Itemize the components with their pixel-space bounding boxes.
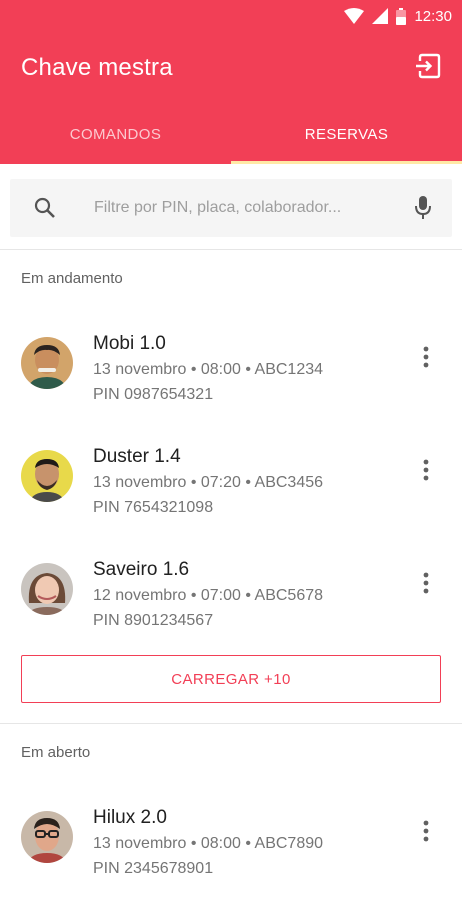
more-vert-icon — [423, 572, 429, 599]
search-container — [0, 164, 462, 250]
search-bar — [10, 179, 452, 237]
tab-comandos[interactable]: COMANDOS — [0, 104, 231, 164]
avatar — [21, 563, 73, 615]
item-title: Saveiro 1.6 — [93, 559, 190, 580]
item-text: Duster 1.4 13 novembro • 07:20 • ABC3456… — [93, 444, 323, 520]
app-screen: 12:30 Chave mestra COMANDOS RESERVAS Fil… — [0, 0, 462, 900]
logout-icon — [415, 53, 441, 84]
avatar — [21, 450, 73, 502]
avatar — [21, 811, 73, 863]
status-time: 12:30 — [414, 7, 452, 25]
item-title: Duster 1.4 — [93, 446, 181, 467]
item-text: Saveiro 1.6 12 novembro • 07:00 • ABC567… — [93, 557, 323, 633]
battery-icon — [396, 7, 407, 25]
item-text: Hilux 2.0 13 novembro • 08:00 • ABC7890 … — [93, 805, 323, 881]
list-item[interactable]: Mobi 1.0 13 novembro • 08:00 • ABC1234 P… — [0, 310, 462, 423]
status-bar: 12:30 — [0, 0, 462, 32]
item-pin: PIN 0987654321 — [93, 386, 214, 403]
more-vert-icon — [423, 820, 429, 847]
tab-reservas[interactable]: RESERVAS — [231, 104, 462, 164]
wifi-icon — [344, 8, 365, 24]
mic-icon[interactable] — [410, 195, 436, 221]
more-options-button[interactable] — [416, 346, 436, 372]
item-pin: PIN 2345678901 — [93, 860, 214, 877]
more-options-button[interactable] — [416, 459, 436, 485]
page-title: Chave mestra — [21, 54, 173, 81]
load-more-container: CARREGAR +10 — [0, 649, 462, 724]
logout-button[interactable] — [414, 53, 442, 84]
more-vert-icon — [423, 346, 429, 373]
item-title: Mobi 1.0 — [93, 333, 166, 354]
item-text: Mobi 1.0 13 novembro • 08:00 • ABC1234 P… — [93, 331, 323, 407]
item-subtitle: 12 novembro • 07:00 • ABC5678 — [93, 587, 324, 604]
more-options-button[interactable] — [416, 572, 436, 598]
list-item[interactable]: Saveiro 1.6 12 novembro • 07:00 • ABC567… — [0, 536, 462, 649]
toolbar: Chave mestra — [0, 32, 462, 104]
item-subtitle: 13 novembro • 07:20 • ABC3456 — [93, 474, 324, 491]
item-title: Hilux 2.0 — [93, 807, 167, 828]
section-header-in-progress: Em andamento — [21, 270, 123, 287]
signal-icon — [372, 8, 389, 24]
item-pin: PIN 7654321098 — [93, 499, 214, 516]
tab-bar: COMANDOS RESERVAS — [0, 104, 462, 164]
item-subtitle: 13 novembro • 08:00 • ABC1234 — [93, 361, 324, 378]
search-input[interactable] — [92, 198, 410, 218]
item-subtitle: 13 novembro • 08:00 • ABC7890 — [93, 835, 324, 852]
section-header-open: Em aberto — [21, 744, 91, 761]
search-icon[interactable] — [32, 195, 58, 221]
item-pin: PIN 8901234567 — [93, 612, 214, 629]
list-item[interactable]: Duster 1.4 13 novembro • 07:20 • ABC3456… — [0, 423, 462, 536]
app-bar: 12:30 Chave mestra COMANDOS RESERVAS — [0, 0, 462, 164]
avatar — [21, 337, 73, 389]
more-vert-icon — [423, 459, 429, 486]
more-options-button[interactable] — [416, 820, 436, 846]
list-item[interactable]: Hilux 2.0 13 novembro • 08:00 • ABC7890 … — [0, 784, 462, 897]
tab-indicator — [231, 161, 462, 164]
load-more-button[interactable]: CARREGAR +10 — [21, 655, 441, 703]
